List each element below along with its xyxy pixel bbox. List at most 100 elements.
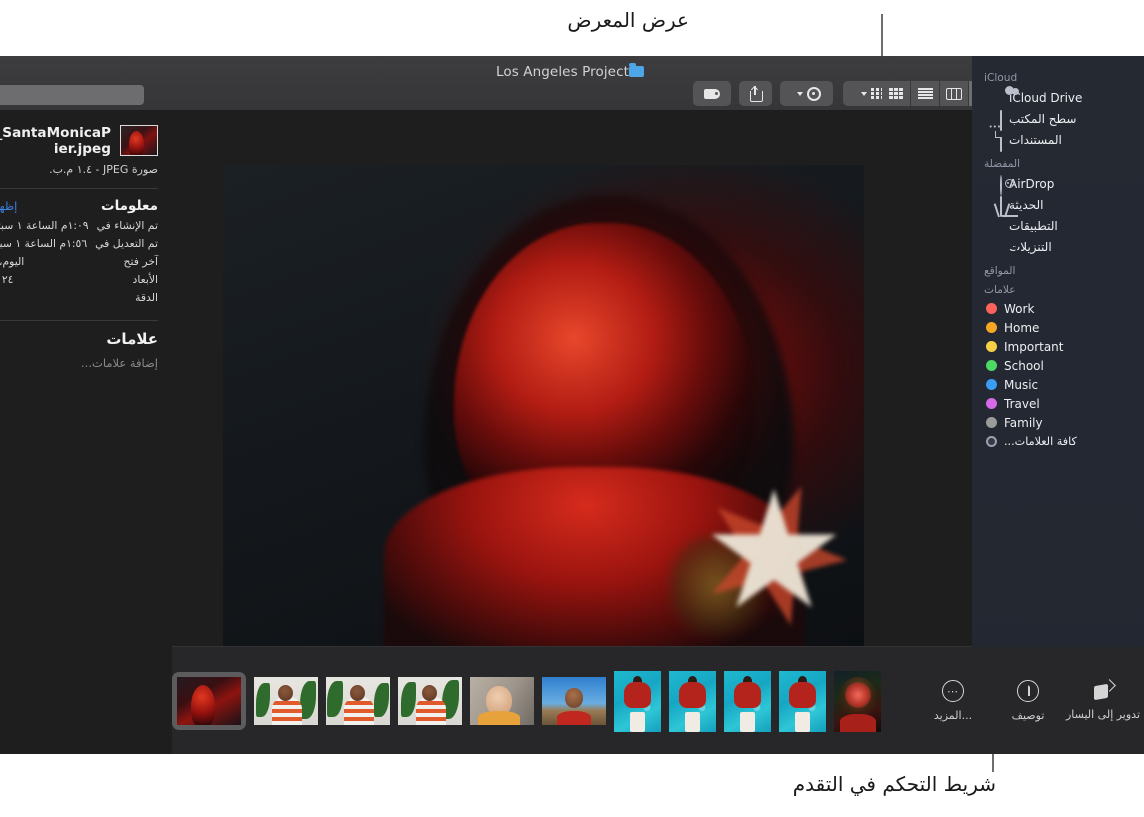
thumbnail-5[interactable] (470, 677, 534, 725)
info-row-key: الأبعاد (133, 273, 158, 286)
thumbnail-1-cell[interactable] (172, 672, 246, 730)
preview-image-star (709, 489, 839, 619)
thumbnail-2-cell[interactable] (254, 677, 318, 725)
icon-view-icon (889, 88, 903, 99)
callout-scrubber-label: شريط التحكم في التقدم (793, 772, 996, 796)
share-button-group (739, 81, 772, 106)
filmstrip-bar: تدوير إلى اليسار توصيف ⋯ المزيد... (172, 646, 1144, 754)
preview-image[interactable] (223, 165, 864, 647)
share-icon (749, 86, 762, 101)
thumbnail-11-cell[interactable] (834, 671, 881, 732)
markup-label: توصيف (1012, 709, 1045, 722)
sidebar-item-downloads[interactable]: التنزيلات (980, 236, 1136, 257)
thumbnail-6[interactable] (542, 677, 606, 725)
chevron-down-icon (861, 92, 867, 96)
show-more-link[interactable]: إظهار المزيد (0, 199, 17, 213)
sidebar-item-applications[interactable]: التطبيقات (980, 215, 1136, 236)
list-view-button[interactable] (911, 81, 939, 106)
sidebar-tag-music[interactable]: Music (980, 375, 1136, 394)
thumbnail-11[interactable] (834, 671, 881, 732)
info-row-value: اليوم، ٩:٤١ ص (0, 255, 24, 268)
search-input[interactable]: بحث (0, 85, 144, 105)
column-view-button[interactable] (940, 81, 968, 106)
tag-color-dot (986, 303, 997, 314)
sidebar-item-label: AirDrop (1009, 177, 1130, 191)
file-meta: صورة JPEG - ١.٤ م.ب. (0, 163, 158, 176)
share-button[interactable] (739, 81, 772, 106)
tag-color-dot (986, 379, 997, 390)
sidebar-group-header-favorites: المفضلة (980, 150, 1136, 173)
thumbnail-3[interactable] (326, 677, 390, 725)
sidebar-tag-travel[interactable]: Travel (980, 394, 1136, 413)
gear-icon (807, 87, 821, 101)
info-row: الدقة ٧٢×٧٢ (0, 291, 158, 304)
more-label: المزيد... (934, 709, 972, 722)
callout-gallery-view-label: عرض المعرض (567, 8, 689, 32)
document-icon (986, 132, 1002, 148)
file-header: Lady_SantaMonicaPier.jpeg (0, 125, 158, 157)
sidebar-tag-work[interactable]: Work (980, 299, 1136, 318)
sidebar-item-desktop[interactable]: سطح المكتب (980, 108, 1136, 129)
sidebar-tag-label: School (1004, 359, 1130, 373)
thumbnail-3-cell[interactable] (326, 677, 390, 725)
filmstrip-thumbnails (172, 647, 912, 754)
info-row: تم التعديل في ١:٥٦م الساعة ١ سبتمبر ، ٢٠… (0, 237, 158, 250)
sidebar-tag-school[interactable]: School (980, 356, 1136, 375)
tag-color-dot (986, 322, 997, 333)
thumbnail-7-cell[interactable] (614, 671, 661, 732)
thumbnail-7[interactable] (614, 671, 661, 732)
sidebar-tag-home[interactable]: Home (980, 318, 1136, 337)
sidebar-tag-family[interactable]: Family (980, 413, 1136, 432)
divider (0, 188, 158, 189)
tag-color-dot (986, 417, 997, 428)
sidebar-item-label: سطح المكتب (1009, 112, 1130, 126)
tag-icon (704, 89, 720, 99)
markup-button[interactable]: توصيف (994, 680, 1062, 722)
tag-color-dot (986, 341, 997, 352)
thumbnail-5-cell[interactable] (470, 677, 534, 725)
action-menu-button[interactable] (780, 81, 833, 106)
sidebar-tag-important[interactable]: Important (980, 337, 1136, 356)
cloud-icon (986, 90, 1002, 106)
thumbnail-1[interactable] (177, 677, 241, 725)
sidebar-item-label: iCloud Drive (1009, 91, 1130, 105)
sidebar-tag-all-tags[interactable]: كافة العلامات... (980, 432, 1136, 450)
tag-button[interactable] (693, 81, 731, 106)
thumbnail-4[interactable] (398, 677, 462, 725)
window-title-text: Los Angeles Project (496, 64, 629, 80)
info-row-value: ١:٥٦م الساعة ١ سبتمبر ، ٢٠١٩ (0, 237, 87, 250)
sidebar-item-label: الحديثة (1009, 198, 1130, 212)
tags-section-title: علامات (0, 330, 158, 348)
sidebar-tag-label: Home (1004, 321, 1130, 335)
info-section-header: معلومات إظهار المزيد (0, 198, 158, 214)
file-thumbnail (120, 125, 158, 156)
thumbnail-9[interactable] (724, 671, 771, 732)
sidebar-group-header-locations: المواقع (980, 257, 1136, 280)
screenshot-root: عرض المعرض Los Angeles Project › ‹ بحث (0, 0, 1144, 817)
sidebar-item-airdrop[interactable]: AirDrop (980, 173, 1136, 194)
sidebar-item-label: المستندات (1009, 133, 1130, 147)
thumbnail-2[interactable] (254, 677, 318, 725)
add-tags-field[interactable]: إضافة علامات... (0, 356, 158, 370)
more-button[interactable]: ⋯ المزيد... (919, 680, 987, 722)
info-row-key: تم التعديل في (95, 237, 158, 250)
info-section-title: معلومات (101, 198, 158, 214)
icon-view-button[interactable] (882, 81, 910, 106)
sidebar-tag-label: Important (1004, 340, 1130, 354)
info-row-key: الدقة (135, 291, 158, 304)
thumbnail-10[interactable] (779, 671, 826, 732)
sidebar-item-icloud-drive[interactable]: iCloud Drive (980, 87, 1136, 108)
sidebar-group-header-tags: علامات (980, 280, 1136, 299)
info-row-key: آخر فتح (124, 255, 158, 268)
thumbnail-6-cell[interactable] (542, 677, 606, 725)
sidebar-item-documents[interactable]: المستندات (980, 129, 1136, 150)
thumbnail-10-cell[interactable] (779, 671, 826, 732)
tag-button-group (693, 81, 731, 106)
thumbnail-4-cell[interactable] (398, 677, 462, 725)
thumbnail-8[interactable] (669, 671, 716, 732)
info-row: الأبعاد ٣٠٢٤×٤٠٣٢ (0, 273, 158, 286)
sidebar-group-header-icloud: iCloud (980, 64, 1136, 87)
thumbnail-8-cell[interactable] (669, 671, 716, 732)
thumbnail-9-cell[interactable] (724, 671, 771, 732)
rotate-left-button[interactable]: تدوير إلى اليسار (1069, 681, 1137, 721)
